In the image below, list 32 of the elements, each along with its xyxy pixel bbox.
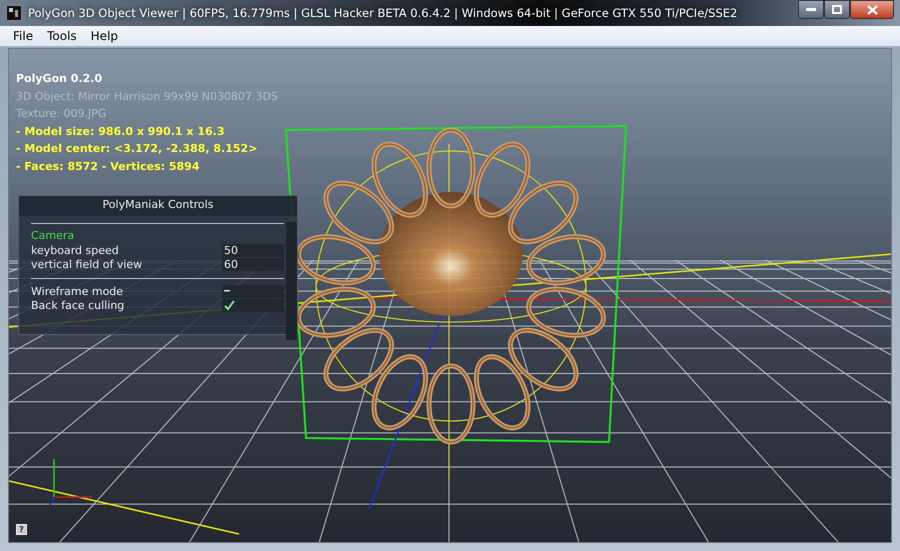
number-field[interactable]: 50 <box>222 244 284 256</box>
info-text: - Model center: <3.172, -2.388, 8.152> <box>16 141 258 157</box>
number-field[interactable]: 60 <box>222 258 284 270</box>
minimize-button[interactable] <box>798 0 824 19</box>
check-icon <box>224 300 235 310</box>
control-label: keyboard speed <box>31 244 120 256</box>
maximize-icon <box>832 5 842 14</box>
info-text: - Faces: 8572 - Vertices: 5894 <box>16 158 200 174</box>
panel-title: PolyManiak Controls <box>19 196 297 216</box>
section-label: Camera <box>31 229 76 243</box>
info-text: 3D Object: Mirror Harrison 99x99 N030807.3DS <box>16 88 278 104</box>
info-text: PolyGon 0.2.0 <box>16 71 104 87</box>
axis-gizmo-icon <box>49 459 92 506</box>
control-label: vertical field of view <box>31 258 144 270</box>
window-title: PolyGon 3D Object Viewer | 60FPS, 16.779ms | GLSL Hacker BETA 0.6.4.2 | Windows 64-bit | GeForce GTX 550 Ti/PCIe/SSE2 <box>28 6 738 20</box>
menu-item[interactable]: File <box>6 29 40 43</box>
close-icon <box>866 4 878 14</box>
dash-icon <box>224 290 230 292</box>
help-button[interactable]: ? <box>16 524 27 535</box>
control-label: Back face culling <box>31 298 126 312</box>
maximize-button[interactable] <box>824 0 850 19</box>
control-label: Wireframe mode <box>31 284 124 298</box>
menu-item[interactable]: Help <box>84 29 126 43</box>
close-button[interactable] <box>850 0 894 19</box>
checkbox[interactable] <box>222 284 284 298</box>
info-text: Texture: 009.JPG <box>16 106 108 122</box>
menu-item[interactable]: Tools <box>40 29 84 43</box>
minimize-icon <box>806 8 816 12</box>
info-text: - Model size: 986.0 x 990.1 x 16.3 <box>16 124 226 140</box>
scrollbar[interactable] <box>286 222 297 340</box>
checkbox[interactable] <box>222 298 284 312</box>
app-icon <box>6 5 22 21</box>
